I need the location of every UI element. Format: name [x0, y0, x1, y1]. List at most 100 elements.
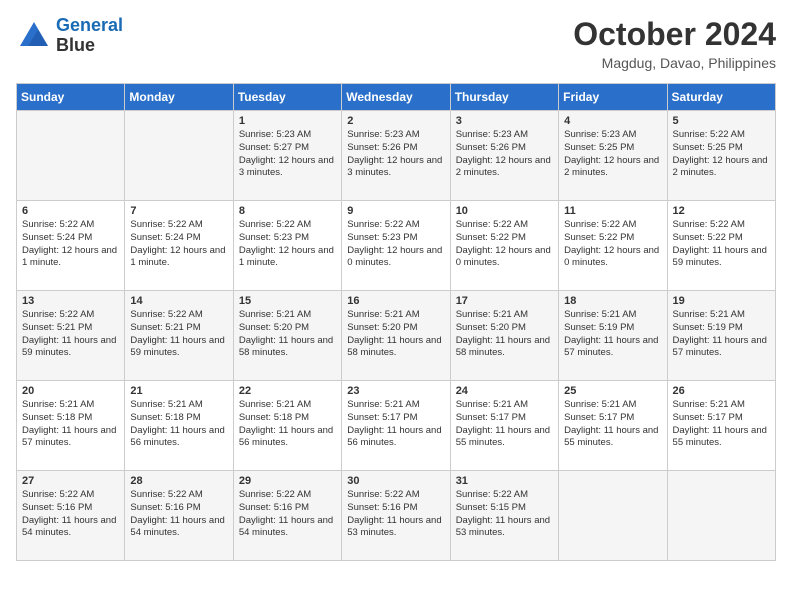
cell-content: Sunrise: 5:21 AM Sunset: 5:17 PM Dayligh…: [673, 399, 770, 450]
day-number: 4: [564, 115, 661, 127]
day-number: 17: [456, 295, 553, 307]
month-title: October 2024: [573, 16, 776, 53]
calendar-cell: 9Sunrise: 5:22 AM Sunset: 5:23 PM Daylig…: [342, 201, 450, 291]
day-of-week-header: Tuesday: [233, 84, 341, 111]
cell-content: Sunrise: 5:21 AM Sunset: 5:20 PM Dayligh…: [347, 309, 444, 360]
cell-content: Sunrise: 5:21 AM Sunset: 5:19 PM Dayligh…: [673, 309, 770, 360]
day-number: 16: [347, 295, 444, 307]
cell-content: Sunrise: 5:21 AM Sunset: 5:18 PM Dayligh…: [130, 399, 227, 450]
calendar-cell: 26 Sunrise: 5:21 AM Sunset: 5:17 PM Dayli…: [667, 381, 775, 471]
cell-content: Sunrise: 5:21 AM Sunset: 5:17 PM Dayligh…: [347, 399, 444, 450]
logo-text: General Blue: [56, 16, 123, 56]
logo: General Blue: [16, 16, 123, 56]
cell-content: Sunrise: 5:21 AM Sunset: 5:17 PM Dayligh…: [456, 399, 553, 450]
page-header: General Blue October 2024 Magdug, Davao,…: [16, 16, 776, 71]
day-of-week-header: Friday: [559, 84, 667, 111]
day-number: 29: [239, 475, 336, 487]
day-number: 12: [673, 205, 770, 217]
calendar-week: 6 Sunrise: 5:22 AM Sunset: 5:24 PM Daylig…: [17, 201, 776, 291]
day-number: 31: [456, 475, 553, 487]
cell-content: Sunrise: 5:21 AM Sunset: 5:20 PM Dayligh…: [456, 309, 553, 360]
calendar-table: SundayMondayTuesdayWednesdayThursdayFrid…: [16, 83, 776, 561]
day-number: 15: [239, 295, 336, 307]
location-title: Magdug, Davao, Philippines: [573, 55, 776, 71]
day-number: 14: [130, 295, 227, 307]
calendar-cell: 17 Sunrise: 5:21 AM Sunset: 5:20 PM Dayli…: [450, 291, 558, 381]
day-number: 30: [347, 475, 444, 487]
cell-content: Sunrise: 5:22 AM Sunset: 5:22 PM Dayligh…: [673, 219, 770, 270]
calendar-cell: 19 Sunrise: 5:21 AM Sunset: 5:19 PM Dayli…: [667, 291, 775, 381]
calendar-cell: [17, 111, 125, 201]
cell-content: Sunrise: 5:23 AM Sunset: 5:25 PM Dayligh…: [564, 129, 661, 180]
day-number: 27: [22, 475, 119, 487]
cell-content: Sunrise: 5:22 AM Sunset: 5:16 PM Dayligh…: [130, 489, 227, 540]
calendar-cell: 4 Sunrise: 5:23 AM Sunset: 5:25 PM Daylig…: [559, 111, 667, 201]
cell-content: Sunrise: 5:22 AM Sunset: 5:21 PM Dayligh…: [130, 309, 227, 360]
day-number: 23: [347, 385, 444, 397]
title-block: October 2024 Magdug, Davao, Philippines: [573, 16, 776, 71]
calendar-cell: 23 Sunrise: 5:21 AM Sunset: 5:17 PM Dayli…: [342, 381, 450, 471]
day-number: 28: [130, 475, 227, 487]
day-number: 18: [564, 295, 661, 307]
calendar-cell: 5 Sunrise: 5:22 AM Sunset: 5:25 PM Daylig…: [667, 111, 775, 201]
calendar-cell: [125, 111, 233, 201]
day-number: 21: [130, 385, 227, 397]
calendar-cell: 18Sunrise: 5:21 AM Sunset: 5:19 PM Dayli…: [559, 291, 667, 381]
calendar-cell: 11Sunrise: 5:22 AM Sunset: 5:22 PM Dayli…: [559, 201, 667, 291]
calendar-cell: 29 Sunrise: 5:22 AM Sunset: 5:16 PM Dayli…: [233, 471, 341, 561]
calendar-header: SundayMondayTuesdayWednesdayThursdayFrid…: [17, 84, 776, 111]
calendar-week: 27 Sunrise: 5:22 AM Sunset: 5:16 PM Dayli…: [17, 471, 776, 561]
day-number: 3: [456, 115, 553, 127]
calendar-cell: [667, 471, 775, 561]
cell-content: Sunrise: 5:22 AM Sunset: 5:23 PM Dayligh…: [347, 219, 444, 270]
day-number: 11: [564, 205, 661, 217]
day-number: 5: [673, 115, 770, 127]
calendar-week: 20Sunrise: 5:21 AM Sunset: 5:18 PM Dayli…: [17, 381, 776, 471]
day-number: 19: [673, 295, 770, 307]
calendar-cell: 28 Sunrise: 5:22 AM Sunset: 5:16 PM Dayli…: [125, 471, 233, 561]
cell-content: Sunrise: 5:22 AM Sunset: 5:22 PM Dayligh…: [456, 219, 553, 270]
calendar-cell: 20Sunrise: 5:21 AM Sunset: 5:18 PM Dayli…: [17, 381, 125, 471]
day-of-week-header: Sunday: [17, 84, 125, 111]
calendar-cell: 21 Sunrise: 5:21 AM Sunset: 5:18 PM Dayli…: [125, 381, 233, 471]
calendar-cell: 16 Sunrise: 5:21 AM Sunset: 5:20 PM Dayli…: [342, 291, 450, 381]
cell-content: Sunrise: 5:23 AM Sunset: 5:27 PM Dayligh…: [239, 129, 336, 180]
calendar-cell: 31 Sunrise: 5:22 AM Sunset: 5:15 PM Dayli…: [450, 471, 558, 561]
cell-content: Sunrise: 5:23 AM Sunset: 5:26 PM Dayligh…: [347, 129, 444, 180]
cell-content: Sunrise: 5:21 AM Sunset: 5:17 PM Dayligh…: [564, 399, 661, 450]
calendar-cell: 8Sunrise: 5:22 AM Sunset: 5:23 PM Daylig…: [233, 201, 341, 291]
day-number: 13: [22, 295, 119, 307]
calendar-cell: 15Sunrise: 5:21 AM Sunset: 5:20 PM Dayli…: [233, 291, 341, 381]
day-number: 25: [564, 385, 661, 397]
day-of-week-header: Saturday: [667, 84, 775, 111]
calendar-cell: 30 Sunrise: 5:22 AM Sunset: 5:16 PM Dayli…: [342, 471, 450, 561]
day-number: 6: [22, 205, 119, 217]
cell-content: Sunrise: 5:22 AM Sunset: 5:24 PM Dayligh…: [22, 219, 119, 270]
calendar-cell: 12 Sunrise: 5:22 AM Sunset: 5:22 PM Dayli…: [667, 201, 775, 291]
cell-content: Sunrise: 5:22 AM Sunset: 5:15 PM Dayligh…: [456, 489, 553, 540]
day-number: 2: [347, 115, 444, 127]
calendar-cell: 6 Sunrise: 5:22 AM Sunset: 5:24 PM Daylig…: [17, 201, 125, 291]
calendar-cell: 3 Sunrise: 5:23 AM Sunset: 5:26 PM Daylig…: [450, 111, 558, 201]
calendar-cell: 2 Sunrise: 5:23 AM Sunset: 5:26 PM Daylig…: [342, 111, 450, 201]
cell-content: Sunrise: 5:22 AM Sunset: 5:23 PM Dayligh…: [239, 219, 336, 270]
calendar-cell: 10 Sunrise: 5:22 AM Sunset: 5:22 PM Dayli…: [450, 201, 558, 291]
cell-content: Sunrise: 5:21 AM Sunset: 5:18 PM Dayligh…: [22, 399, 119, 450]
calendar-cell: 1 Sunrise: 5:23 AM Sunset: 5:27 PM Daylig…: [233, 111, 341, 201]
day-of-week-header: Wednesday: [342, 84, 450, 111]
day-number: 1: [239, 115, 336, 127]
cell-content: Sunrise: 5:22 AM Sunset: 5:16 PM Dayligh…: [347, 489, 444, 540]
calendar-cell: [559, 471, 667, 561]
day-of-week-header: Thursday: [450, 84, 558, 111]
cell-content: Sunrise: 5:23 AM Sunset: 5:26 PM Dayligh…: [456, 129, 553, 180]
cell-content: Sunrise: 5:22 AM Sunset: 5:25 PM Dayligh…: [673, 129, 770, 180]
day-number: 7: [130, 205, 227, 217]
calendar-week: 1 Sunrise: 5:23 AM Sunset: 5:27 PM Daylig…: [17, 111, 776, 201]
calendar-week: 13 Sunrise: 5:22 AM Sunset: 5:21 PM Dayli…: [17, 291, 776, 381]
day-number: 24: [456, 385, 553, 397]
cell-content: Sunrise: 5:22 AM Sunset: 5:21 PM Dayligh…: [22, 309, 119, 360]
cell-content: Sunrise: 5:22 AM Sunset: 5:16 PM Dayligh…: [239, 489, 336, 540]
calendar-cell: 22Sunrise: 5:21 AM Sunset: 5:18 PM Dayli…: [233, 381, 341, 471]
day-number: 10: [456, 205, 553, 217]
day-number: 26: [673, 385, 770, 397]
